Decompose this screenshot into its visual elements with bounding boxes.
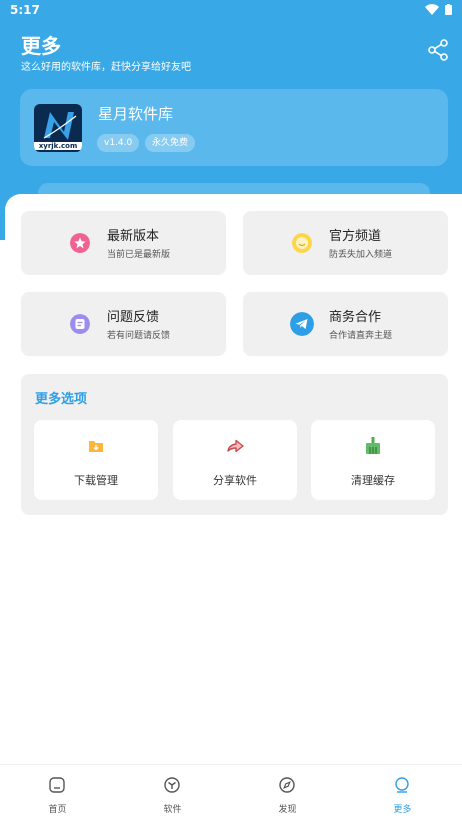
battery-icon bbox=[445, 4, 452, 15]
app-name: 星月软件库 bbox=[98, 105, 174, 123]
star-icon bbox=[70, 233, 90, 253]
option-label: 分享软件 bbox=[213, 474, 257, 487]
tile-title: 问题反馈 bbox=[107, 310, 160, 325]
smile-icon bbox=[292, 233, 312, 253]
tile-subtitle: 当前已是最新版 bbox=[107, 250, 171, 260]
telegram-icon bbox=[290, 312, 314, 336]
nav-software[interactable]: 软件 bbox=[115, 765, 230, 824]
home-icon bbox=[49, 777, 65, 793]
nav-label: 发现 bbox=[278, 805, 297, 815]
tile-latest-version[interactable]: 最新版本 当前已是最新版 bbox=[21, 211, 226, 275]
more-icon bbox=[395, 777, 409, 793]
tile-subtitle: 若有问题请反馈 bbox=[107, 331, 171, 341]
free-badge: 永久免费 bbox=[145, 134, 196, 152]
nav-label: 首页 bbox=[48, 805, 67, 815]
nav-more[interactable]: 更多 bbox=[345, 765, 460, 824]
tile-title: 商务合作 bbox=[329, 310, 382, 325]
feedback-icon bbox=[70, 314, 90, 334]
tile-business[interactable]: 商务合作 合作请直奔主题 bbox=[243, 292, 448, 356]
tile-subtitle: 防丢失加入频道 bbox=[329, 250, 393, 260]
tile-official-channel[interactable]: 官方频道 防丢失加入频道 bbox=[243, 211, 448, 275]
tile-title: 官方频道 bbox=[329, 229, 382, 244]
status-time: 5:17 bbox=[10, 3, 40, 17]
nav-label: 更多 bbox=[393, 805, 412, 815]
tile-subtitle: 合作请直奔主题 bbox=[329, 331, 393, 341]
clear-cache-button[interactable]: 清理缓存 bbox=[311, 420, 435, 500]
download-manager-button[interactable]: 下载管理 bbox=[34, 420, 158, 500]
wifi-icon bbox=[425, 4, 439, 15]
page-subtitle: 这么好用的软件库，赶快分享给好友吧 bbox=[21, 62, 191, 73]
download-folder-icon bbox=[89, 441, 103, 452]
broom-icon bbox=[366, 437, 380, 454]
option-label: 清理缓存 bbox=[351, 474, 395, 487]
status-icons bbox=[425, 4, 452, 15]
nav-discover[interactable]: 发现 bbox=[230, 765, 345, 824]
more-options-title: 更多选项 bbox=[35, 392, 88, 407]
share-arrow-icon bbox=[227, 439, 244, 453]
option-label: 下载管理 bbox=[74, 474, 118, 487]
nav-label: 软件 bbox=[163, 805, 182, 815]
tile-title: 最新版本 bbox=[107, 229, 160, 244]
software-icon bbox=[164, 777, 180, 793]
app-info-card: xyrjk.com 星月软件库 v1.4.0 永久免费 bbox=[20, 89, 448, 166]
more-options-panel: 更多选项 下载管理 分享软件 清理缓存 bbox=[21, 374, 448, 515]
version-badge: v1.4.0 bbox=[97, 134, 140, 152]
nav-home[interactable]: 首页 bbox=[0, 765, 115, 824]
app-logo-text: xyrjk.com bbox=[34, 142, 82, 150]
share-software-button[interactable]: 分享软件 bbox=[173, 420, 297, 500]
compass-icon bbox=[279, 777, 295, 793]
page-title: 更多 bbox=[21, 34, 61, 58]
bottom-navigation: 首页 软件 发现 更多 bbox=[0, 764, 462, 824]
tile-feedback[interactable]: 问题反馈 若有问题请反馈 bbox=[21, 292, 226, 356]
app-logo: xyrjk.com bbox=[34, 104, 82, 152]
share-icon[interactable] bbox=[427, 39, 449, 61]
